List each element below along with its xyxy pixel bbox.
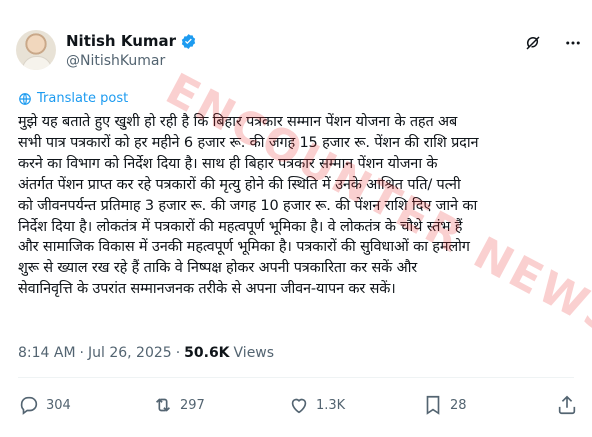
post-header: Nitish Kumar @NitishKumar: [16, 30, 582, 74]
share-button[interactable]: [556, 394, 578, 416]
meta-separator: ·: [79, 345, 84, 361]
like-count: 1.3K: [316, 397, 346, 413]
like-icon: [288, 394, 310, 416]
divider: [18, 377, 574, 378]
post-meta: 8:14 AM · Jul 26, 2025 · 50.6K Views: [18, 345, 274, 361]
header-actions: [524, 34, 582, 52]
translate-icon: [18, 92, 32, 106]
like-button[interactable]: 1.3K: [288, 394, 345, 416]
bookmark-button[interactable]: 28: [422, 394, 467, 416]
previous-post-clip: ••••: [60, 0, 91, 6]
meta-separator-2: ·: [175, 345, 181, 361]
translate-label: Translate post: [37, 91, 129, 106]
post-time[interactable]: 8:14 AM: [18, 345, 76, 361]
translate-link[interactable]: Translate post: [18, 91, 128, 106]
repost-button[interactable]: 297: [152, 394, 205, 416]
author-handle[interactable]: @NitishKumar: [66, 53, 165, 69]
grok-icon[interactable]: [524, 34, 542, 52]
action-bar: 304 297 1.3K 28: [18, 394, 580, 418]
verified-badge-icon: [180, 33, 197, 50]
author-name-row: Nitish Kumar: [66, 32, 197, 50]
bookmark-count: 28: [450, 397, 467, 413]
reply-button[interactable]: 304: [18, 394, 71, 416]
author-name[interactable]: Nitish Kumar: [66, 32, 176, 50]
reply-count: 304: [46, 397, 71, 413]
repost-icon: [152, 394, 174, 416]
post-date[interactable]: Jul 26, 2025: [88, 345, 172, 361]
views-label: Views: [233, 345, 275, 361]
views-count: 50.6K: [184, 345, 230, 361]
bookmark-icon: [422, 394, 444, 416]
reply-icon: [18, 394, 40, 416]
more-icon[interactable]: [564, 34, 582, 52]
avatar[interactable]: [16, 30, 56, 70]
repost-count: 297: [180, 397, 205, 413]
share-icon: [556, 394, 578, 416]
post-text: मुझे यह बताते हुए खुशी हो रही है कि बिहा…: [18, 114, 479, 298]
